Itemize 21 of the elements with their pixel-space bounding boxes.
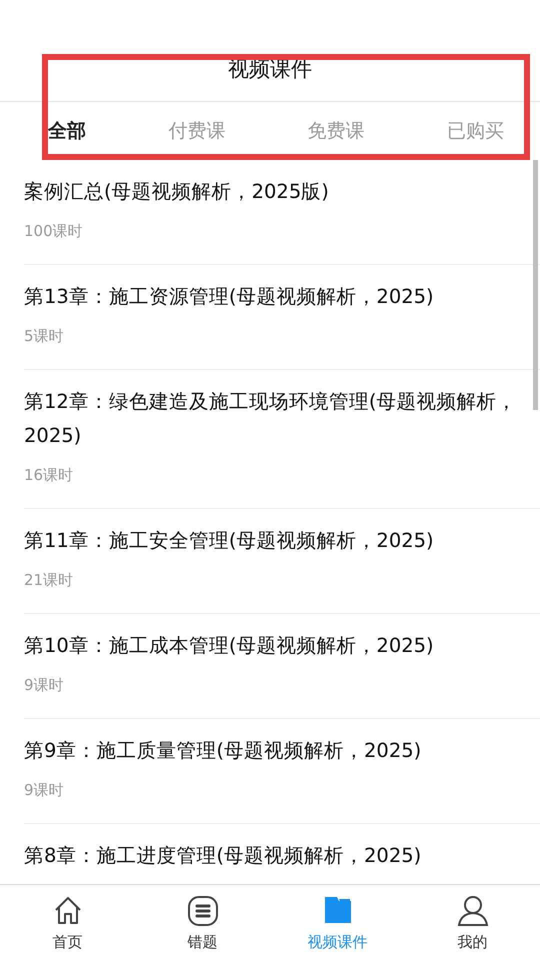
page-title: 视频课件 <box>228 56 312 83</box>
nav-tab[interactable]: 错题 <box>135 885 270 960</box>
course-title[interactable]: 第8章：施工进度管理(母题视频解析，2025) <box>24 839 520 873</box>
nav-tab[interactable]: 我的 <box>405 885 540 960</box>
nav-tab[interactable]: 首页 <box>0 885 135 960</box>
list-icon <box>186 895 218 927</box>
scrollbar[interactable] <box>533 160 538 410</box>
lesson-count: 9课时 <box>24 675 65 695</box>
course-title[interactable]: 第12章：绿色建造及施工现场环境管理(母题视频解析，2025) <box>24 385 520 453</box>
course-title[interactable]: 第10章：施工成本管理(母题视频解析，2025) <box>24 629 520 663</box>
lesson-count: 5课时 <box>24 326 65 346</box>
course-title[interactable]: 第11章：施工安全管理(母题视频解析，2025) <box>24 524 520 558</box>
lesson-count: 100课时 <box>24 221 84 241</box>
lesson-count: 16课时 <box>24 465 74 485</box>
course-title[interactable]: 第13章：施工资源管理(母题视频解析，2025) <box>24 280 520 314</box>
person-icon <box>456 895 488 927</box>
filter-tab[interactable]: 全部 <box>48 114 86 148</box>
course-title[interactable]: 案例汇总(母题视频解析，2025版) <box>24 175 520 209</box>
lesson-count: 21课时 <box>24 570 74 590</box>
course-title[interactable]: 第9章：施工质量管理(母题视频解析，2025) <box>24 734 520 768</box>
lesson-count: 9课时 <box>24 780 65 800</box>
